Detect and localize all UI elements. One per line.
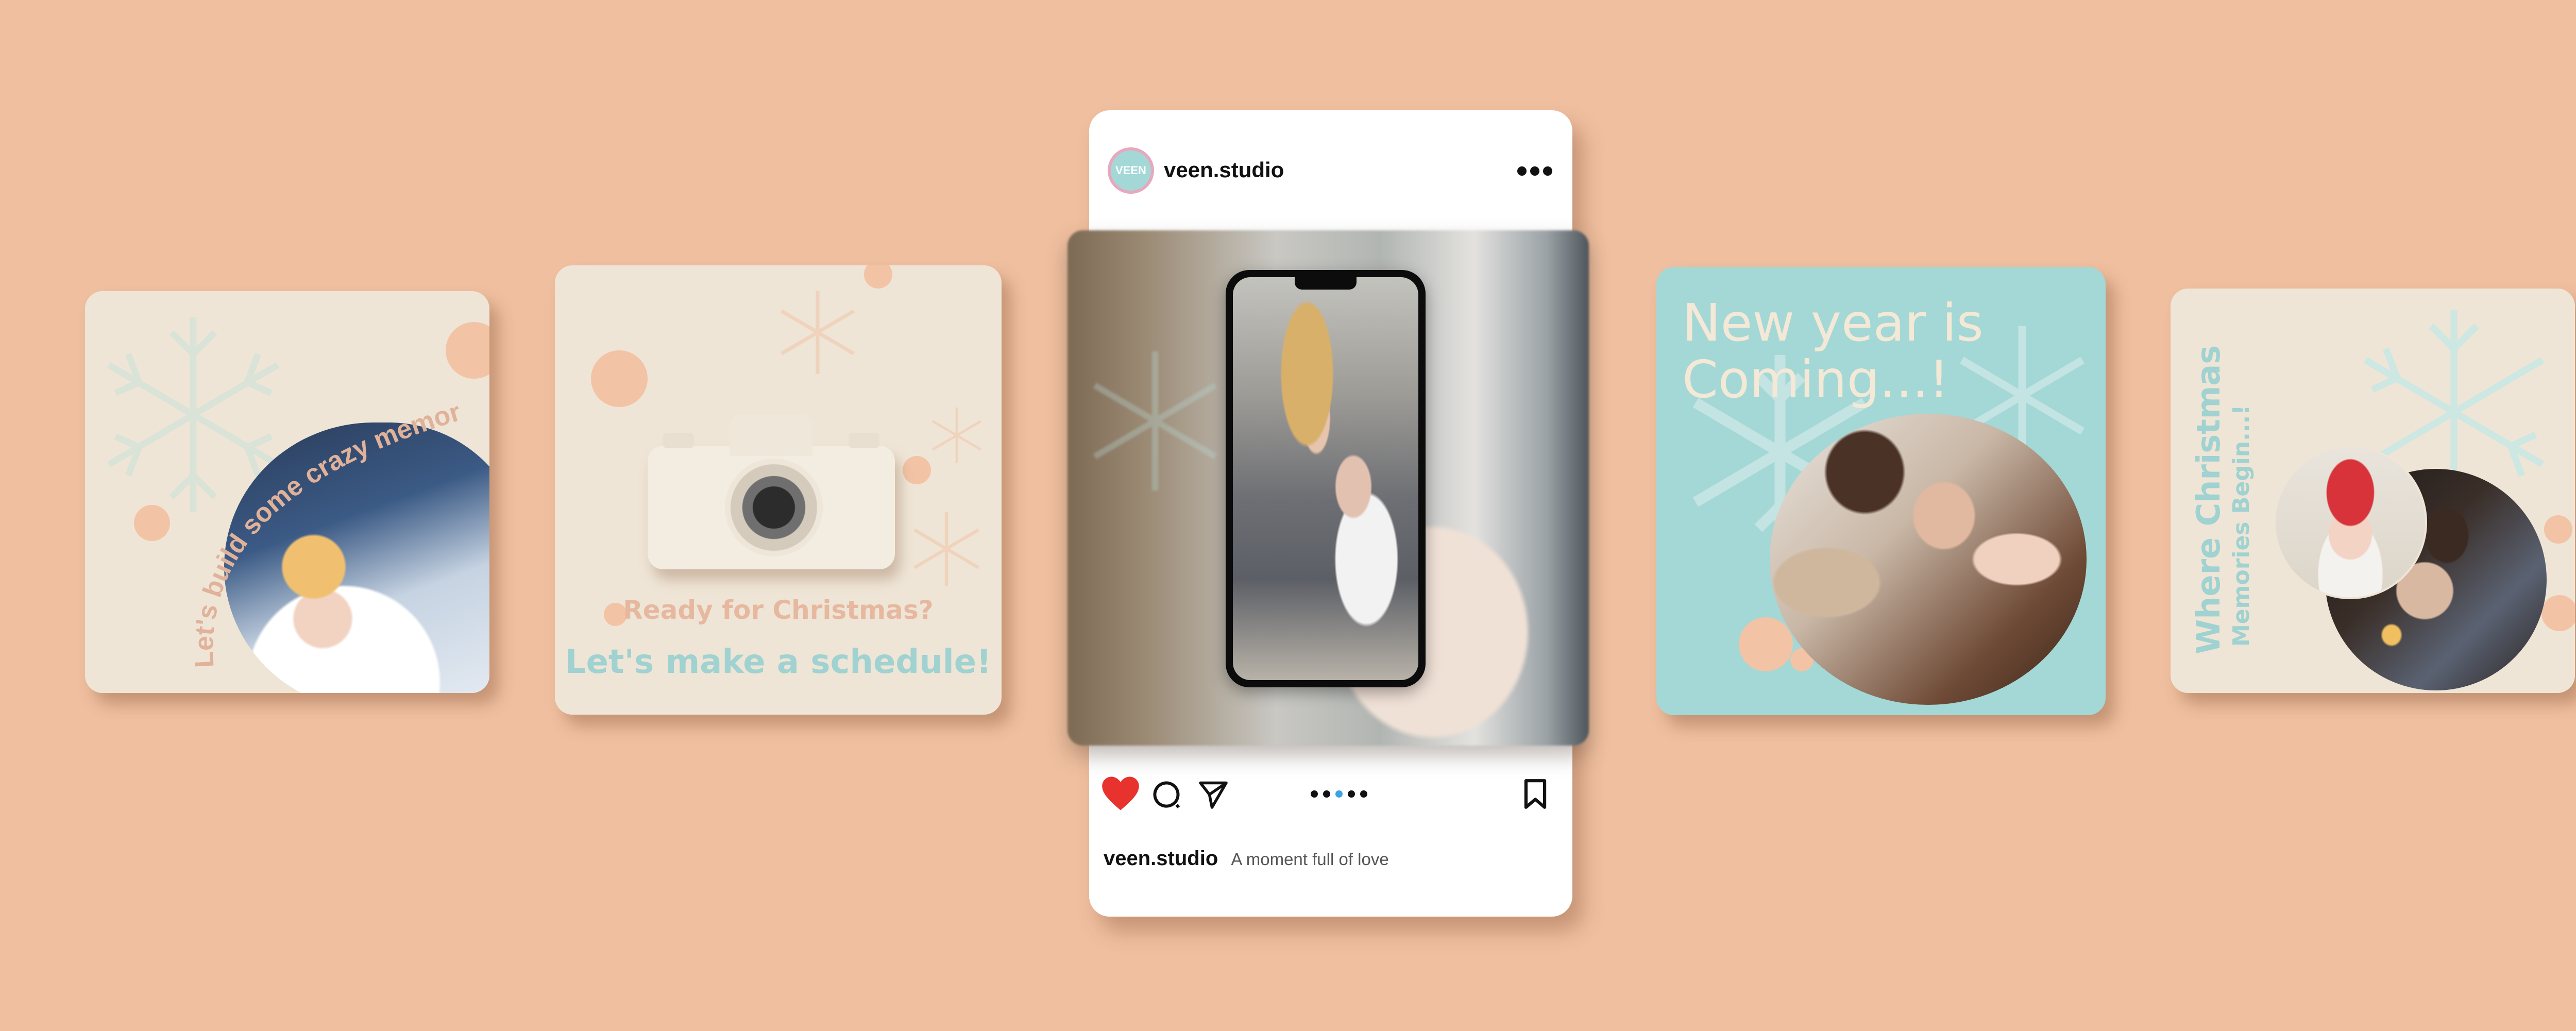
mother-kissing-baby-photo bbox=[1233, 277, 1418, 680]
bookmark-icon[interactable] bbox=[1522, 778, 1549, 810]
camera-photo bbox=[648, 415, 895, 569]
more-options-icon[interactable] bbox=[1517, 164, 1553, 178]
post-card-christmas-memories[interactable]: Where Christmas Memories Begin...! bbox=[2171, 289, 2575, 693]
peach-circle-decoration bbox=[2541, 595, 2575, 631]
vertical-christmas-text: Where Christmas Memories Begin...! bbox=[2190, 345, 2255, 654]
post-card-new-year[interactable]: New year is Coming...! bbox=[1656, 267, 2106, 715]
phone-notch bbox=[1295, 277, 1357, 290]
ready-for-christmas-text: Ready for Christmas? bbox=[623, 595, 934, 625]
post-caption: veen.studio A moment full of love bbox=[1104, 847, 1389, 870]
caption-username[interactable]: veen.studio bbox=[1104, 847, 1218, 870]
share-icon[interactable] bbox=[1197, 779, 1229, 810]
peach-circle-decoration bbox=[2544, 515, 2572, 544]
profile-username[interactable]: veen.studio bbox=[1164, 158, 1284, 182]
curved-text-build-memories: Let's build some crazy memories bbox=[85, 291, 464, 668]
post-action-bar bbox=[1089, 775, 1572, 821]
new-year-title-line2: Coming...! bbox=[1682, 349, 1950, 410]
carousel-indicator bbox=[1311, 789, 1372, 800]
make-a-schedule-text: Let's make a schedule! bbox=[565, 643, 992, 681]
snowflake-decoration bbox=[1093, 351, 1217, 491]
family-photo bbox=[1770, 414, 2087, 705]
new-year-title-line1: New year is bbox=[1682, 293, 1984, 353]
phone-device bbox=[1226, 270, 1426, 687]
comment-icon[interactable] bbox=[1151, 779, 1182, 810]
peach-circle-decoration bbox=[591, 350, 648, 407]
snowflake-decoration bbox=[780, 291, 855, 374]
newborn-santa-hat-photo bbox=[2274, 446, 2427, 599]
svg-text:Where Christmas: Where Christmas bbox=[2190, 345, 2227, 654]
post-card-build-memories[interactable]: Let's build some crazy memories bbox=[85, 291, 489, 693]
snowflake-decoration bbox=[913, 512, 980, 586]
snowflake-decoration bbox=[931, 408, 982, 463]
peach-circle-decoration bbox=[864, 265, 892, 289]
heart-icon[interactable] bbox=[1100, 775, 1141, 812]
peach-circle-decoration bbox=[903, 456, 931, 484]
peach-circle-decoration bbox=[1739, 617, 1793, 671]
profile-avatar[interactable]: VEEN bbox=[1108, 147, 1154, 194]
svg-text:Memories Begin...!: Memories Begin...! bbox=[2228, 405, 2255, 647]
svg-text:Let's build some crazy memorie: Let's build some crazy memories bbox=[85, 291, 464, 668]
caption-text: A moment full of love bbox=[1231, 850, 1389, 869]
post-card-ready-for-christmas[interactable]: Ready for Christmas? Let's make a schedu… bbox=[555, 265, 1002, 715]
